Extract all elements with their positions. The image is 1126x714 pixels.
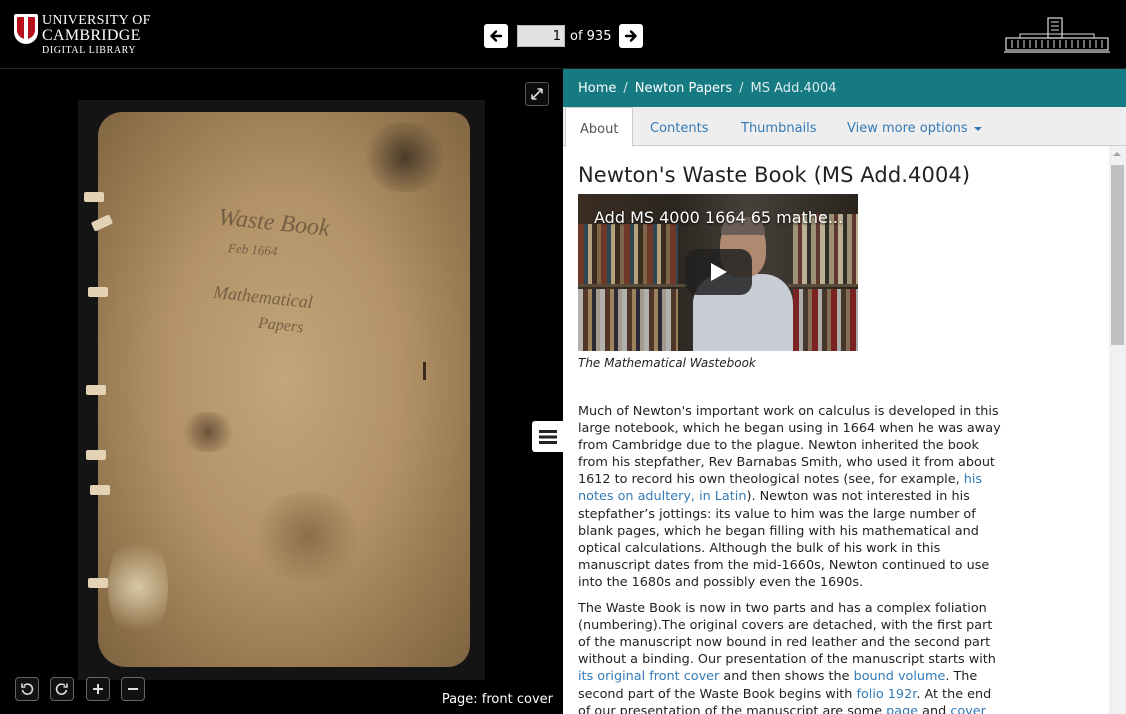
breadcrumb-current: MS Add.4004 xyxy=(750,81,837,96)
fullscreen-button[interactable] xyxy=(525,82,549,106)
prev-page-button[interactable] xyxy=(484,24,508,48)
cover-inscription-1: Waste Book xyxy=(216,204,331,242)
page-link[interactable]: page xyxy=(886,704,918,714)
cover-inscription-4: Papers xyxy=(257,314,305,337)
panel-toggle-button[interactable] xyxy=(532,421,563,452)
cover-inscription-2: Feb 1664 xyxy=(227,240,278,259)
viewer-controls xyxy=(15,677,156,701)
cambridge-logo[interactable]: UNIVERSITY OF CAMBRIDGE DIGITAL LIBRARY xyxy=(14,14,151,56)
next-page-button[interactable] xyxy=(619,24,644,48)
zoom-in-icon xyxy=(93,684,103,694)
cover-inscription-3: Mathematical xyxy=(212,281,314,313)
description-paragraph-2: The Waste Book is now in two parts and h… xyxy=(578,600,1003,714)
bound-volume-link[interactable]: bound volume xyxy=(854,669,946,684)
front-cover-link[interactable]: its original front cover xyxy=(578,669,719,684)
scroll-up-icon[interactable] xyxy=(1113,152,1121,156)
tab-view-more-options[interactable]: View more options xyxy=(847,107,982,146)
fullscreen-icon xyxy=(531,88,543,100)
arrow-left-icon xyxy=(490,30,503,42)
rotate-right-button[interactable] xyxy=(50,677,74,701)
play-icon xyxy=(710,263,727,281)
zoom-in-button[interactable] xyxy=(86,677,110,701)
logo-line2: CAMBRIDGE xyxy=(42,27,141,44)
breadcrumb: Home / Newton Papers / MS Add.4004 xyxy=(563,69,1126,107)
description-paragraph-1: Much of Newton's important work on calcu… xyxy=(578,404,1001,590)
tab-contents[interactable]: Contents xyxy=(650,107,708,146)
zoom-out-icon xyxy=(128,688,138,690)
view-more-label: View more options xyxy=(847,121,968,136)
rotate-right-icon xyxy=(55,683,68,695)
library-building-icon[interactable] xyxy=(1004,16,1110,58)
about-content[interactable]: Newton's Waste Book (MS Add.4004) Add MS… xyxy=(563,146,1109,714)
video-player[interactable]: Add MS 4000 1664 65 mathe... xyxy=(578,194,858,351)
scrollbar-thumb[interactable] xyxy=(1111,165,1124,345)
content-scrollbar[interactable] xyxy=(1109,146,1126,714)
folio-192r-link[interactable]: folio 192r xyxy=(856,687,916,702)
tab-thumbnails[interactable]: Thumbnails xyxy=(741,107,817,146)
breadcrumb-home[interactable]: Home xyxy=(578,81,616,96)
play-button[interactable] xyxy=(685,249,752,295)
tab-about[interactable]: About xyxy=(565,107,634,147)
top-bar: UNIVERSITY OF CAMBRIDGE DIGITAL LIBRARY … xyxy=(0,0,1126,69)
hamburger-menu-icon xyxy=(538,429,557,444)
rotate-left-button[interactable] xyxy=(15,677,39,701)
current-page-label: Page: front cover xyxy=(441,692,553,707)
image-viewer[interactable]: Waste Book Feb 1664 Mathematical Papers … xyxy=(0,69,563,714)
page-navigator: of 935 xyxy=(484,24,644,48)
logo-line1: UNIVERSITY OF xyxy=(42,13,151,28)
page-number-input[interactable] xyxy=(517,25,565,47)
info-panel: Home / Newton Papers / MS Add.4004 About… xyxy=(563,69,1126,714)
cambridge-shield-icon xyxy=(14,14,38,44)
total-pages: of 935 xyxy=(570,28,612,44)
tab-bar: About Contents Thumbnails View more opti… xyxy=(563,107,1126,147)
page-title: Newton's Waste Book (MS Add.4004) xyxy=(578,163,971,187)
rotate-left-icon xyxy=(21,683,34,695)
cover-link[interactable]: cover xyxy=(950,704,986,714)
breadcrumb-collection[interactable]: Newton Papers xyxy=(635,81,732,96)
zoom-out-button[interactable] xyxy=(121,677,145,701)
video-caption: The Mathematical Wastebook xyxy=(578,356,756,370)
book-cover-image: Waste Book Feb 1664 Mathematical Papers xyxy=(98,112,470,667)
manuscript-scan[interactable]: Waste Book Feb 1664 Mathematical Papers xyxy=(78,100,485,680)
arrow-right-icon xyxy=(625,30,638,42)
caret-down-icon xyxy=(973,126,982,131)
video-title: Add MS 4000 1664 65 mathe... xyxy=(594,208,844,227)
logo-line3: DIGITAL LIBRARY xyxy=(42,45,137,56)
